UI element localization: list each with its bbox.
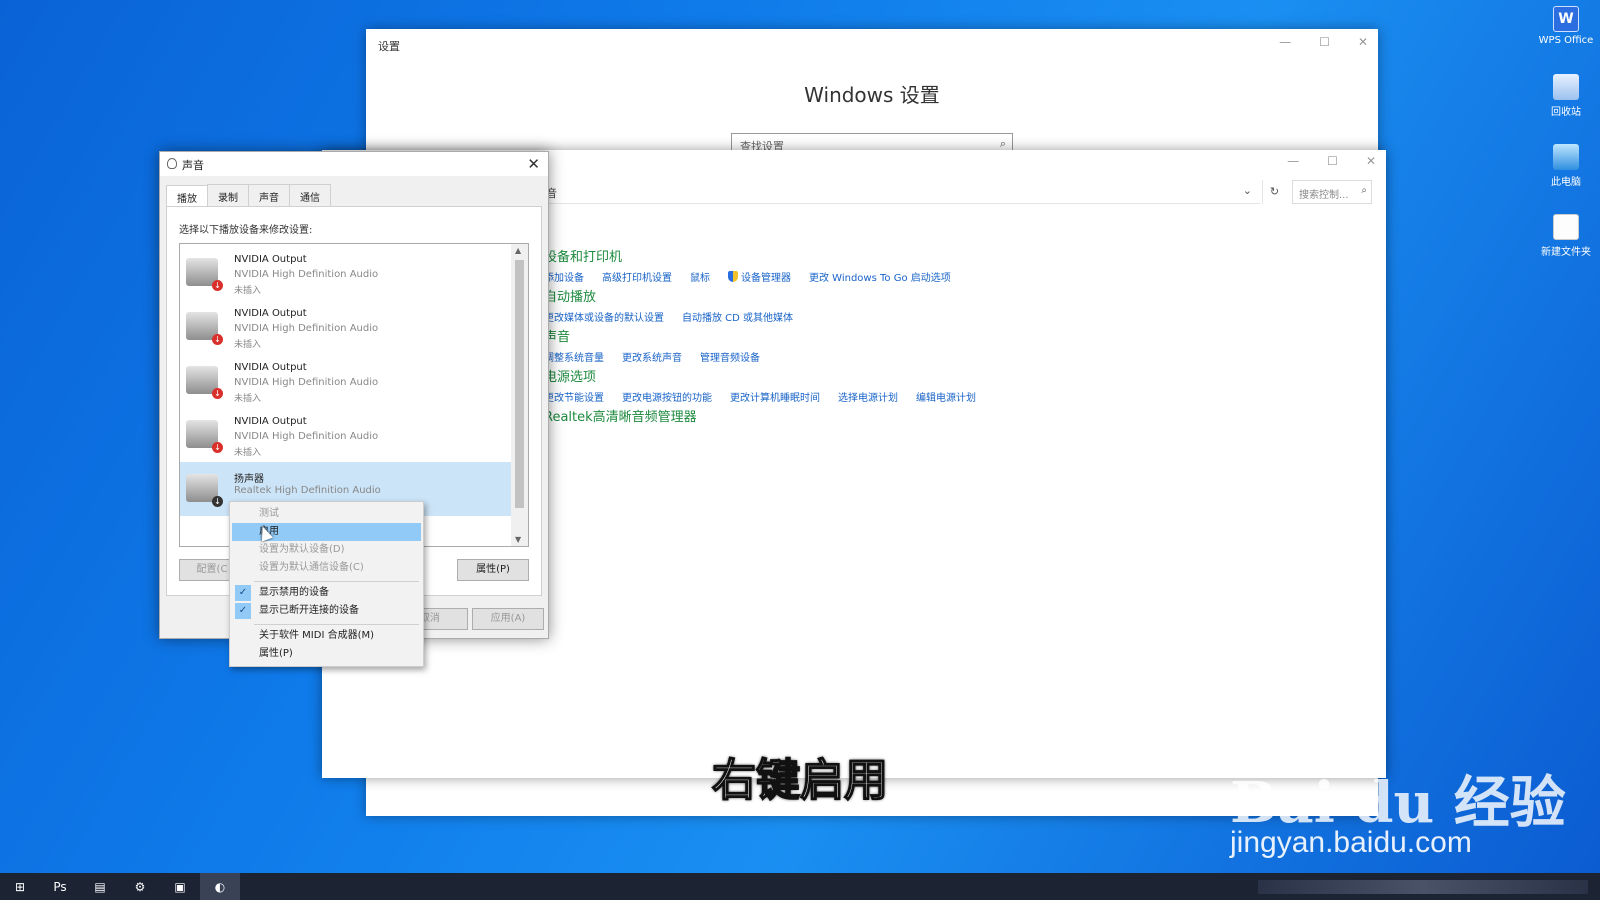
- apply-button[interactable]: 应用(A): [472, 608, 544, 630]
- link-change-sounds[interactable]: 更改系统声音: [622, 349, 682, 364]
- section-devices-printers: 设备和打印机 添加设备 高级打印机设置 鼠标 设备管理器 更改 Windows …: [544, 246, 951, 284]
- desktop-icon-new-folder[interactable]: 新建文件夹: [1534, 214, 1598, 258]
- maximize-icon[interactable]: ☐: [1327, 154, 1338, 168]
- chevron-down-icon[interactable]: ⌄: [1243, 184, 1252, 197]
- menu-item-show-disabled[interactable]: ✓ 显示禁用的设备: [232, 584, 421, 602]
- link-choose-plan[interactable]: 选择电源计划: [838, 389, 898, 404]
- folder-icon: [1553, 214, 1579, 240]
- device-item[interactable]: ↓ NVIDIA Output NVIDIA High Definition A…: [180, 246, 512, 300]
- unplugged-badge-icon: ↓: [212, 388, 223, 399]
- link-mouse[interactable]: 鼠标: [690, 269, 710, 284]
- link-media-defaults[interactable]: 更改媒体或设备的默认设置: [544, 309, 664, 324]
- menu-item-properties[interactable]: 属性(P): [232, 645, 421, 663]
- menu-item-set-default-comm[interactable]: 设置为默认通信设备(C): [232, 559, 421, 577]
- link-device-manager[interactable]: 设备管理器: [728, 269, 791, 284]
- link-add-device[interactable]: 添加设备: [544, 269, 584, 284]
- menu-item-test[interactable]: 测试: [232, 505, 421, 523]
- watermark-url: jingyan.baidu.com: [1230, 826, 1472, 859]
- device-item[interactable]: ↓ NVIDIA Output NVIDIA High Definition A…: [180, 300, 512, 354]
- playback-prompt: 选择以下播放设备来修改设置:: [179, 225, 313, 236]
- section-title[interactable]: 自动播放: [544, 286, 793, 305]
- shield-icon: [728, 271, 738, 282]
- section-title[interactable]: Realtek高清晰音频管理器: [544, 406, 697, 425]
- control-panel-icon[interactable]: ▣: [160, 873, 200, 900]
- checkmark-icon: ✓: [235, 585, 251, 601]
- device-item[interactable]: ↓ NVIDIA Output NVIDIA High Definition A…: [180, 354, 512, 408]
- windows-start-icon[interactable]: ⊞: [0, 873, 40, 900]
- close-icon[interactable]: ✕: [527, 155, 540, 173]
- link-edit-plan[interactable]: 编辑电源计划: [916, 389, 976, 404]
- link-sleep-time[interactable]: 更改计算机睡眠时间: [730, 389, 820, 404]
- this-pc-icon: [1553, 144, 1579, 170]
- refresh-icon[interactable]: ↻: [1262, 180, 1286, 204]
- device-item[interactable]: ↓ NVIDIA Output NVIDIA High Definition A…: [180, 408, 512, 462]
- unplugged-badge-icon: ↓: [212, 442, 223, 453]
- desktop-icon-this-pc[interactable]: 此电脑: [1534, 144, 1598, 188]
- scroll-down-icon[interactable]: ▼: [515, 535, 521, 544]
- unplugged-badge-icon: ↓: [212, 334, 223, 345]
- link-power-button[interactable]: 更改电源按钮的功能: [622, 389, 712, 404]
- desktop-icon-recycle-bin[interactable]: 回收站: [1534, 74, 1598, 118]
- sound-icon[interactable]: ◐: [200, 873, 240, 900]
- file-explorer-icon[interactable]: ▤: [80, 873, 120, 900]
- maximize-icon[interactable]: ☐: [1319, 35, 1330, 49]
- photoshop-icon[interactable]: Ps: [40, 873, 80, 900]
- section-title[interactable]: 声音: [544, 326, 760, 345]
- wps-office-icon: W: [1553, 6, 1579, 32]
- close-icon[interactable]: ✕: [1358, 35, 1368, 49]
- section-title[interactable]: 设备和打印机: [544, 246, 951, 265]
- close-icon[interactable]: ✕: [1366, 154, 1376, 168]
- taskbar: ⊞ Ps ▤ ⚙ ▣ ◐: [0, 873, 1600, 900]
- settings-window-title: 设置: [378, 40, 400, 53]
- settings-heading: Windows 设置: [804, 83, 940, 107]
- address-bar[interactable]: 音 ⌄: [540, 180, 1260, 204]
- speaker-icon: [167, 158, 177, 169]
- settings-caption-buttons: — ☐ ✕: [1279, 35, 1368, 49]
- scrollbar-thumb[interactable]: [515, 260, 524, 508]
- checkmark-icon: ✓: [235, 603, 251, 619]
- desktop-icon-wps[interactable]: W WPS Office: [1534, 6, 1598, 46]
- link-autoplay-cd[interactable]: 自动播放 CD 或其他媒体: [682, 309, 793, 324]
- recycle-bin-icon: [1553, 74, 1579, 100]
- link-power-saving[interactable]: 更改节能设置: [544, 389, 604, 404]
- menu-item-show-disconnected[interactable]: ✓ 显示已断开连接的设备: [232, 602, 421, 620]
- minimize-icon[interactable]: —: [1279, 35, 1291, 49]
- search-icon: ⌕: [999, 137, 1006, 150]
- settings-gear-icon[interactable]: ⚙: [120, 873, 160, 900]
- link-advanced-printer[interactable]: 高级打印机设置: [602, 269, 672, 284]
- link-windows-to-go[interactable]: 更改 Windows To Go 启动选项: [809, 269, 951, 284]
- menu-separator: [254, 624, 419, 625]
- section-realtek: Realtek高清晰音频管理器: [544, 406, 697, 429]
- unplugged-badge-icon: ↓: [212, 280, 223, 291]
- device-context-menu: 测试 启用 设置为默认设备(D) 设置为默认通信设备(C) ✓ 显示禁用的设备 …: [229, 501, 424, 667]
- section-autoplay: 自动播放 更改媒体或设备的默认设置 自动播放 CD 或其他媒体: [544, 286, 793, 324]
- search-icon: ⌕: [1361, 185, 1367, 196]
- menu-item-midi[interactable]: 关于软件 MIDI 合成器(M): [232, 627, 421, 645]
- link-adjust-volume[interactable]: 调整系统音量: [544, 349, 604, 364]
- minimize-icon[interactable]: —: [1287, 154, 1299, 168]
- sound-dialog-title: 声音: [182, 159, 204, 172]
- control-panel-caption-buttons: — ☐ ✕: [1287, 154, 1376, 168]
- section-sound: 声音 调整系统音量 更改系统声音 管理音频设备: [544, 326, 760, 364]
- properties-button[interactable]: 属性(P): [457, 559, 529, 581]
- scroll-up-icon[interactable]: ▲: [515, 246, 521, 255]
- menu-separator: [254, 581, 419, 582]
- control-panel-search-input[interactable]: 搜索控制... ⌕: [1292, 180, 1372, 204]
- section-title[interactable]: 电源选项: [544, 366, 976, 385]
- menu-item-set-default[interactable]: 设置为默认设备(D): [232, 541, 421, 559]
- sound-dialog-titlebar: 声音 ✕: [160, 152, 548, 176]
- link-manage-audio-devices[interactable]: 管理音频设备: [700, 349, 760, 364]
- system-tray[interactable]: [1258, 880, 1588, 894]
- disabled-badge-icon: ↓: [212, 496, 223, 507]
- device-list-scrollbar[interactable]: ▲ ▼: [511, 244, 528, 546]
- section-power-options: 电源选项 更改节能设置 更改电源按钮的功能 更改计算机睡眠时间 选择电源计划 编…: [544, 366, 976, 404]
